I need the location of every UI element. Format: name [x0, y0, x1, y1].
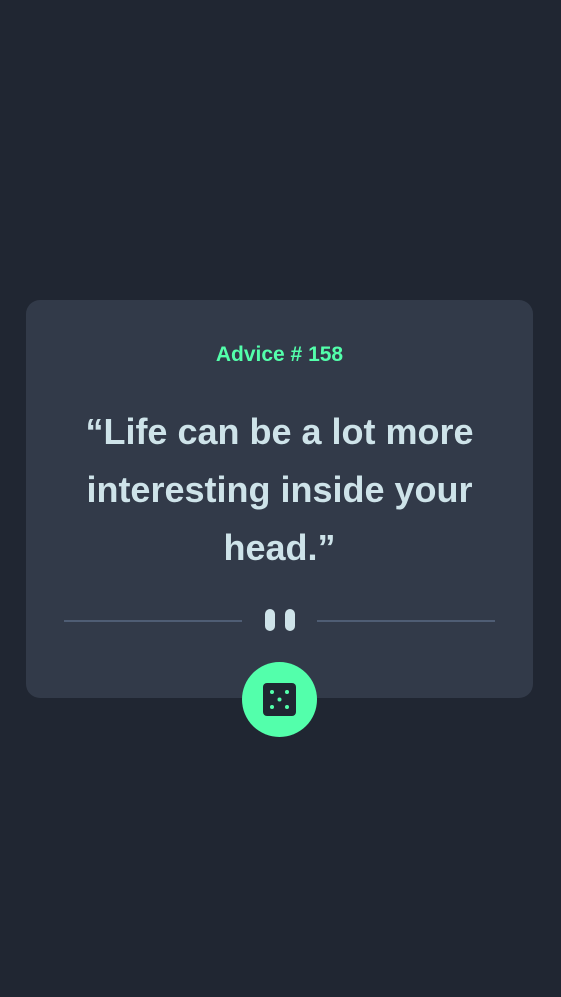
- pause-icon: [264, 607, 296, 633]
- dice-icon: [263, 683, 296, 716]
- divider-line-left: [64, 620, 242, 622]
- advice-number: Advice # 158: [215, 343, 344, 366]
- new-advice-button[interactable]: [242, 662, 317, 737]
- advice-quote: “Life can be a lot more interesting insi…: [85, 411, 474, 568]
- advice-card: Advice # 158 “Life can be a lot more int…: [26, 300, 533, 698]
- divider: [64, 607, 495, 633]
- pause-bar: [265, 609, 275, 631]
- divider-line-right: [317, 620, 495, 622]
- pause-bar: [285, 609, 295, 631]
